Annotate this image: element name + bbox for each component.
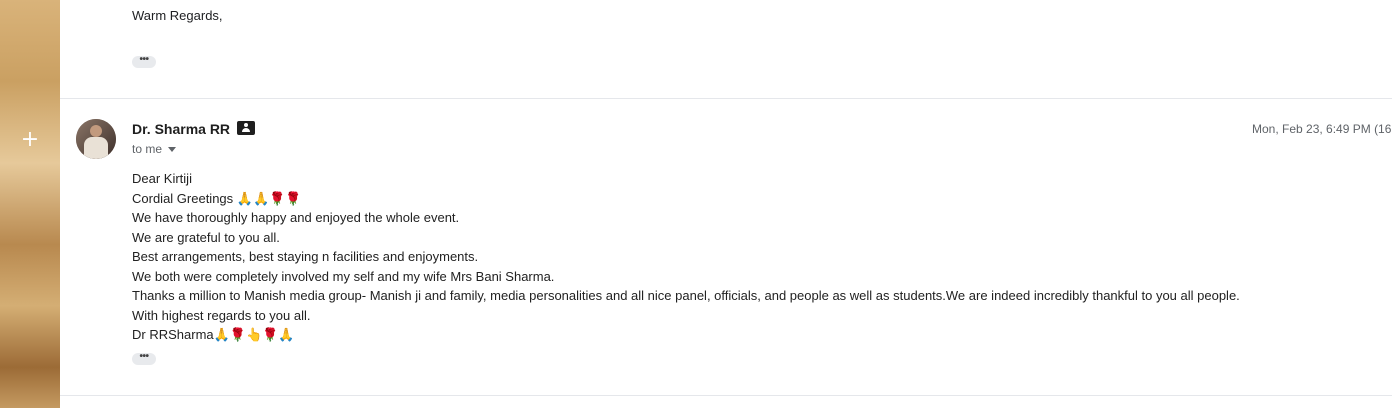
email-thread: Warm Regards, ••• Dr. Sharma RR to me Mo… [60,0,1392,408]
message-date: Mon, Feb 23, 6:49 PM (16 h [1252,122,1392,136]
body-line: Dr RRSharma🙏🌹👆🌹🙏 [132,327,295,342]
body-line: With highest regards to you all. [132,307,311,323]
body-line: We have thoroughly happy and enjoyed the… [132,210,460,225]
left-sidebar: + [0,0,60,408]
body-line: Cordial Greetings 🙏🙏🌹🌹 [132,190,302,206]
plus-icon[interactable]: + [20,129,40,151]
body-line: We are grateful to you all. [132,229,280,245]
message-divider [60,98,1392,99]
body-line: Thanks a million to Manish media group- … [132,288,1240,303]
contact-card-icon[interactable] [237,121,255,135]
avatar[interactable] [76,119,116,159]
show-trimmed-content-button[interactable]: ••• [132,55,156,68]
body-line: Best arrangements, best staying n facili… [132,249,479,264]
message-divider [60,395,1392,396]
chevron-down-icon [168,147,177,153]
recipient-label: to me [132,142,163,156]
previous-message-closing: Warm Regards, [132,8,223,23]
body-line: We both were completely involved my self… [132,268,555,284]
recipient-details-toggle[interactable]: to me [132,142,177,156]
sender-name[interactable]: Dr. Sharma RR [132,121,230,137]
message-body: Dear Kirtiji Cordial Greetings 🙏🙏🌹🌹 We h… [132,169,1240,345]
body-line: Dear Kirtiji [132,171,192,186]
show-trimmed-content-button[interactable]: ••• [132,352,156,365]
